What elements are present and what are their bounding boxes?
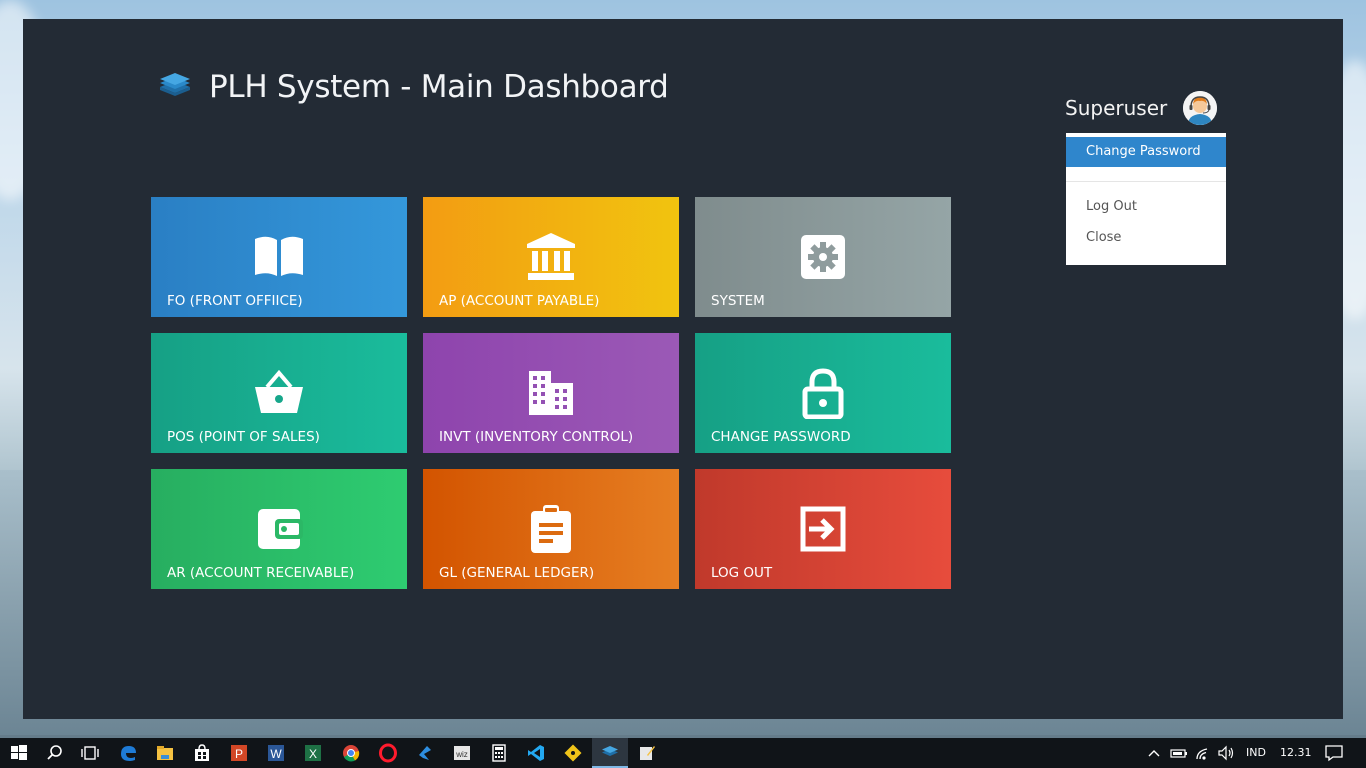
git-icon[interactable]	[563, 743, 583, 763]
tile-label: POS (POINT OF SALES)	[167, 429, 320, 445]
taskbar: P W X wiz IND 12.31	[0, 738, 1366, 768]
search-icon[interactable]	[45, 743, 65, 763]
menu-log-out[interactable]: Log Out	[1066, 192, 1226, 222]
app-wiz-icon[interactable]: wiz	[452, 743, 472, 763]
windows-start-icon[interactable]	[9, 743, 29, 763]
tile-account-receivable[interactable]: AR (ACCOUNT RECEIVABLE)	[151, 469, 407, 589]
svg-text:X: X	[309, 747, 317, 761]
wallet-icon	[258, 509, 303, 549]
volume-icon[interactable]	[1216, 743, 1236, 763]
edge-icon[interactable]	[118, 743, 138, 763]
tile-label: AP (ACCOUNT PAYABLE)	[439, 293, 600, 309]
support-agent-avatar-icon	[1183, 91, 1218, 125]
page-title: PLH System - Main Dashboard	[209, 69, 669, 105]
svg-text:P: P	[235, 747, 243, 761]
file-explorer-icon[interactable]	[155, 743, 175, 763]
user-dropdown-menu: Change Password Log Out Close	[1066, 133, 1226, 265]
gear-icon	[801, 235, 845, 279]
store-icon[interactable]	[192, 743, 212, 763]
menu-change-password[interactable]: Change Password	[1066, 137, 1226, 167]
book-open-icon	[255, 236, 303, 276]
tile-general-ledger[interactable]: GL (GENERAL LEDGER)	[423, 469, 679, 589]
tile-label: CHANGE PASSWORD	[711, 429, 851, 445]
opera-icon[interactable]	[378, 743, 398, 763]
basket-icon	[255, 369, 303, 413]
excel-icon[interactable]: X	[303, 743, 323, 763]
tile-label: GL (GENERAL LEDGER)	[439, 565, 595, 581]
calculator-icon[interactable]	[489, 743, 509, 763]
tile-label: INVT (INVENTORY CONTROL)	[439, 429, 634, 445]
vscode-icon[interactable]	[526, 743, 546, 763]
layers-logo-icon	[160, 73, 190, 96]
avatar[interactable]	[1183, 91, 1218, 125]
task-view-icon[interactable]	[80, 743, 100, 763]
lock-icon	[802, 368, 844, 419]
powerpoint-icon[interactable]: P	[229, 743, 249, 763]
user-name: Superuser	[1065, 96, 1168, 120]
tile-log-out[interactable]: LOG OUT	[695, 469, 951, 589]
tile-label: LOG OUT	[711, 565, 773, 581]
tile-account-payable[interactable]: AP (ACCOUNT PAYABLE)	[423, 197, 679, 317]
tile-label: FO (FRONT OFFIICE)	[167, 293, 303, 309]
language-indicator[interactable]: IND	[1246, 746, 1266, 759]
bank-icon	[527, 233, 575, 280]
plh-system-icon[interactable]	[600, 743, 620, 763]
notepad-icon[interactable]	[637, 743, 657, 763]
tile-front-office[interactable]: FO (FRONT OFFIICE)	[151, 197, 407, 317]
tile-inventory-control[interactable]: INVT (INVENTORY CONTROL)	[423, 333, 679, 453]
action-center-icon[interactable]	[1324, 743, 1344, 763]
app-window: PLH System - Main Dashboard Superuser Ch…	[23, 19, 1343, 719]
svg-text:wiz: wiz	[455, 750, 468, 759]
building-icon	[529, 371, 573, 415]
clock[interactable]: 12.31	[1280, 746, 1312, 759]
user-menu-toggle[interactable]: Superuser	[1065, 91, 1218, 125]
header: PLH System - Main Dashboard	[157, 69, 669, 105]
clipboard-icon	[531, 505, 571, 553]
tile-point-of-sales[interactable]: POS (POINT OF SALES)	[151, 333, 407, 453]
tile-label: SYSTEM	[711, 293, 765, 309]
tile-change-password[interactable]: CHANGE PASSWORD	[695, 333, 951, 453]
battery-icon[interactable]	[1169, 743, 1189, 763]
menu-divider	[1066, 181, 1226, 182]
chrome-icon[interactable]	[341, 743, 361, 763]
app-blue-icon[interactable]	[415, 743, 435, 763]
sign-out-icon	[800, 506, 846, 552]
menu-close[interactable]: Close	[1066, 223, 1226, 253]
wifi-icon[interactable]	[1193, 743, 1213, 763]
chevron-up-icon[interactable]	[1144, 743, 1164, 763]
tile-label: AR (ACCOUNT RECEIVABLE)	[167, 565, 355, 581]
svg-text:W: W	[270, 747, 282, 761]
word-icon[interactable]: W	[266, 743, 286, 763]
tile-system[interactable]: SYSTEM	[695, 197, 951, 317]
